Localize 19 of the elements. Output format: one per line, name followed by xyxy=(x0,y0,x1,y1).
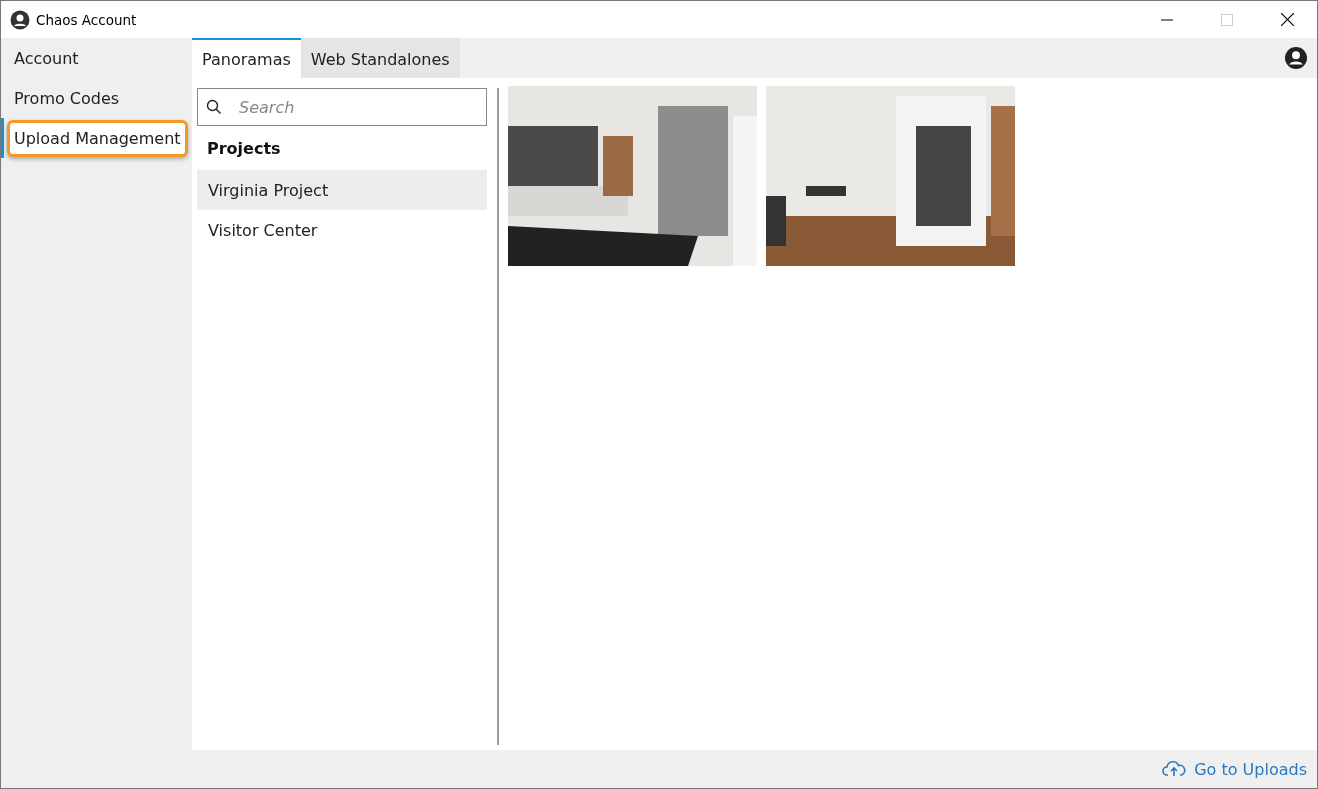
go-to-uploads-link[interactable]: Go to Uploads xyxy=(1162,759,1307,779)
cloud-upload-icon xyxy=(1162,760,1187,778)
dining-room-photo-placeholder[interactable] xyxy=(766,86,1015,266)
close-icon xyxy=(1280,13,1294,26)
kitchen-photo-placeholder[interactable] xyxy=(508,86,757,266)
window-title: Chaos Account xyxy=(36,11,137,28)
sidebar-item[interactable]: Promo Codes xyxy=(1,78,192,118)
projects-heading: Projects xyxy=(206,138,282,160)
sidebar-item[interactable]: Account xyxy=(1,38,192,78)
project-item[interactable]: Visitor Center xyxy=(197,210,487,250)
sidebar-item-label: Promo Codes xyxy=(13,87,121,110)
project-item[interactable]: Virginia Project xyxy=(197,170,487,210)
search-field[interactable]: Search xyxy=(197,88,487,126)
tab[interactable]: Panoramas xyxy=(192,38,301,78)
user-icon[interactable] xyxy=(1285,47,1307,69)
sidebar-item-label: Account xyxy=(13,47,80,70)
account-icon xyxy=(10,9,30,30)
tab[interactable]: Web Standalones xyxy=(300,38,460,78)
maximize-icon xyxy=(1221,13,1233,26)
